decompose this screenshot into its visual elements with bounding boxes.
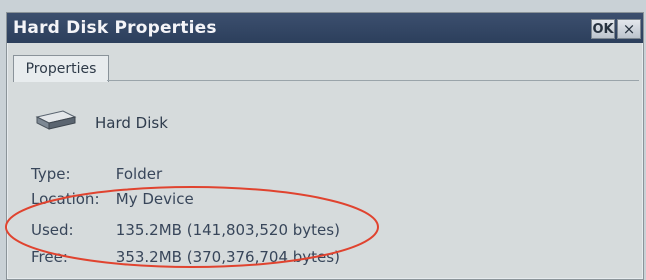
tab-label: Properties	[25, 61, 97, 77]
property-label: Type:	[31, 165, 71, 183]
property-value: Folder	[115, 165, 163, 183]
tab-properties[interactable]: Properties	[13, 55, 109, 82]
title-bar[interactable]: Hard Disk Properties OK ×	[7, 13, 643, 43]
ok-button[interactable]: OK	[591, 19, 615, 39]
tab-divider	[107, 80, 639, 81]
window-title: Hard Disk Properties	[13, 18, 217, 38]
close-button[interactable]: ×	[617, 19, 641, 39]
device-name: Hard Disk	[95, 114, 168, 132]
property-row-type: Type: Folder	[31, 165, 162, 183]
hard-disk-icon	[35, 110, 77, 130]
highlight-ellipse	[5, 186, 379, 268]
